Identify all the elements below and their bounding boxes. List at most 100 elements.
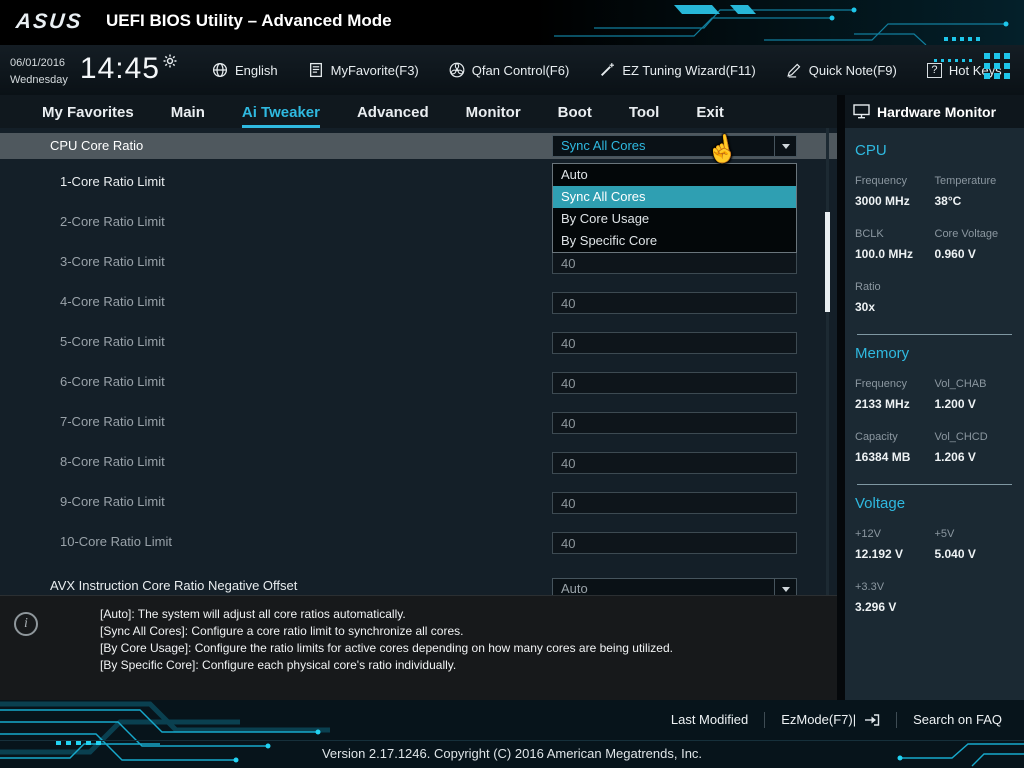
core-ratio-input-8[interactable] [552,452,797,474]
bios-screen: ASUS UEFI BIOS Utility – Advanced Mode 0… [0,0,1024,768]
ez-tuning-wizard-button[interactable]: EZ Tuning Wizard(F11) [599,62,756,78]
info-line: [By Core Usage]: Configure the ratio lim… [100,641,673,655]
hm-metric: Frequency 2133 MHz [855,378,910,411]
hardware-monitor-panel: Hardware Monitor CPU Frequency 3000 MHz … [845,95,1024,700]
monitor-icon [853,104,870,119]
ezmode-button[interactable]: EzMode(F7)| [765,706,896,733]
globe-icon [212,62,228,78]
myfavorite-button[interactable]: MyFavorite(F3) [308,62,419,78]
hm-metric: Frequency 3000 MHz [855,175,910,208]
hm-metric: Vol_CHCD 1.206 V [934,431,988,464]
app-title: UEFI BIOS Utility – Advanced Mode [106,11,392,30]
last-modified-button[interactable]: Last Modified [655,706,764,733]
quick-note-button[interactable]: Quick Note(F9) [786,62,897,78]
scrollbar-thumb[interactable] [825,212,830,312]
core-ratio-input-9[interactable] [552,492,797,514]
circuit-decoration-toolbar [934,53,1010,79]
tab-monitor[interactable]: Monitor [466,104,521,128]
settings-pane: CPU Core Ratio Sync All Cores 1-Core Rat… [0,128,837,595]
avx-offset-value: Auto [561,581,588,595]
core-ratio-row-5: 5-Core Ratio Limit [0,322,837,362]
divider [857,484,1012,485]
topbar: ASUS UEFI BIOS Utility – Advanced Mode [0,0,1024,45]
chevron-down-icon [781,586,790,592]
hardware-monitor-title: Hardware Monitor [877,103,997,120]
tab-exit[interactable]: Exit [696,104,724,128]
fan-icon [449,62,465,78]
core-ratio-row-6: 6-Core Ratio Limit [0,362,837,402]
core-ratio-row-8: 8-Core Ratio Limit [0,442,837,482]
hm-metric: Ratio 30x [855,281,881,314]
hardware-monitor-header: Hardware Monitor [845,95,1024,128]
clock: 06/01/2016 Wednesday 14:45 [10,52,177,88]
toolbar-items: English MyFavorite(F3) Qfan Control(F6) … [212,45,1002,95]
hm-metric: BCLK 100.0 MHz [855,228,914,261]
wand-icon [601,63,615,77]
help-info-panel: i [Auto]: The system will adjust all cor… [0,595,837,700]
footer: Last Modified EzMode(F7)| Search on FAQ … [0,700,1024,768]
cpu-core-ratio-row[interactable]: CPU Core Ratio Sync All Cores [0,133,837,159]
tab-my-favorites[interactable]: My Favorites [42,104,134,128]
exit-arrow-icon [865,713,880,726]
info-line: [By Specific Core]: Configure each physi… [100,658,457,672]
dropdown-option-by-specific-core[interactable]: By Specific Core [553,230,796,252]
hm-section-memory: Memory [855,345,910,362]
asus-logo: ASUS [14,10,84,33]
ez-tuning-label: EZ Tuning Wizard(F11) [622,62,756,78]
quick-note-label: Quick Note(F9) [808,62,897,78]
hm-metric: Capacity 16384 MB [855,431,911,464]
divider [0,740,1024,741]
note-pencil-icon [786,63,801,78]
search-faq-button[interactable]: Search on FAQ [897,706,1018,733]
hm-metric: Vol_CHAB 1.200 V [934,378,987,411]
version-text: Version 2.17.1246. Copyright (C) 2016 Am… [321,746,703,761]
tab-boot[interactable]: Boot [558,104,592,128]
hm-metric: +12V 12.192 V [855,528,904,561]
tab-tool[interactable]: Tool [629,104,660,128]
core-ratio-input-3[interactable] [552,252,797,274]
dropdown-option-by-core-usage[interactable]: By Core Usage [553,208,796,230]
gear-icon[interactable] [163,54,177,68]
qfan-control-button[interactable]: Qfan Control(F6) [449,62,570,78]
hm-metric: Temperature 38°C [934,175,997,208]
scrollbar-track[interactable] [826,128,829,595]
toolbar: 06/01/2016 Wednesday 14:45 English MyFav… [0,45,1024,95]
avx-offset-select[interactable]: Auto [552,578,797,595]
hm-section-cpu: CPU [855,142,887,159]
core-ratio-input-6[interactable] [552,372,797,394]
circuit-decoration-top [554,5,1009,45]
tab-ai-tweaker[interactable]: Ai Tweaker [241,104,320,128]
avx-offset-label: AVX Instruction Core Ratio Negative Offs… [50,578,298,593]
chevron-down-icon [781,143,790,149]
core-ratio-input-4[interactable] [552,292,797,314]
cpu-core-ratio-label: CPU Core Ratio [50,138,144,153]
cpu-core-ratio-dropdown-menu: Auto Sync All Cores By Core Usage By Spe… [552,163,797,253]
divider [857,334,1012,335]
clock-weekday: Wednesday [10,73,68,86]
core-ratio-row-10: 10-Core Ratio Limit [0,522,837,562]
core-ratio-row-4: 4-Core Ratio Limit [0,282,837,322]
hm-section-voltage: Voltage [855,495,906,512]
info-line: [Sync All Cores]: Configure a core ratio… [100,624,464,638]
clock-time: 14:45 [79,52,160,85]
tab-main[interactable]: Main [171,104,205,128]
cpu-core-ratio-select[interactable]: Sync All Cores [552,135,797,157]
core-ratio-input-10[interactable] [552,532,797,554]
myfavorite-label: MyFavorite(F3) [330,62,419,78]
dropdown-option-sync-all-cores[interactable]: Sync All Cores [553,186,796,208]
cpu-core-ratio-value: Sync All Cores [561,138,646,153]
dropdown-option-auto[interactable]: Auto [553,164,796,186]
language-label: English [235,62,278,78]
info-icon: i [14,612,38,636]
favorite-document-icon [309,62,322,78]
hm-metric: +5V 5.040 V [934,528,976,561]
core-ratio-input-5[interactable] [552,332,797,354]
hm-metric: Core Voltage 0.960 V [934,228,999,261]
hm-metric: +3.3V 3.296 V [855,581,897,614]
core-ratio-input-7[interactable] [552,412,797,434]
qfan-label: Qfan Control(F6) [471,62,570,78]
core-ratio-row-7: 7-Core Ratio Limit [0,402,837,442]
tab-advanced[interactable]: Advanced [357,104,429,128]
language-button[interactable]: English [212,62,278,78]
nav-tabs: My Favorites Main Ai Tweaker Advanced Mo… [0,95,837,128]
